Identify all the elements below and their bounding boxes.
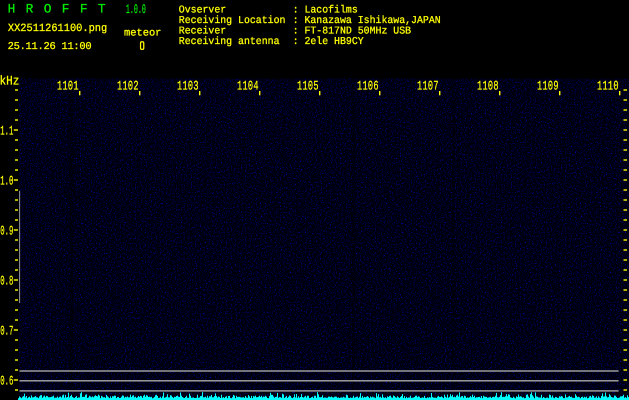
svg-text:0.6: 0.6: [0, 373, 13, 388]
svg-text:1108: 1108: [477, 79, 499, 94]
svg-text:0.7: 0.7: [0, 323, 13, 338]
svg-text:meteor: meteor: [124, 27, 161, 39]
svg-text:1101: 1101: [57, 79, 79, 94]
svg-text:: 2ele HB9CY: : 2ele HB9CY: [293, 36, 365, 48]
svg-text:Receiving antenna: Receiving antenna: [179, 36, 280, 48]
svg-text:H R O F F T: H R O F F T: [8, 2, 107, 17]
svg-text:0.8: 0.8: [0, 273, 13, 288]
svg-text:0.9: 0.9: [0, 223, 13, 238]
svg-text:1109: 1109: [537, 79, 559, 94]
svg-text:1110: 1110: [597, 79, 619, 94]
svg-text:1103: 1103: [177, 79, 199, 94]
svg-text:1106: 1106: [357, 79, 379, 94]
svg-text:1104: 1104: [237, 79, 259, 94]
svg-text:kHz: kHz: [0, 74, 19, 89]
svg-text:1.0.0: 1.0.0: [126, 2, 146, 17]
svg-text:25.11.26 11:00: 25.11.26 11:00: [8, 41, 92, 53]
svg-text:1.1: 1.1: [0, 123, 13, 138]
svg-text:1105: 1105: [297, 79, 319, 94]
svg-text:1.0: 1.0: [0, 173, 13, 188]
svg-text:1107: 1107: [417, 79, 439, 94]
svg-text:1102: 1102: [117, 79, 139, 94]
svg-text:XX2511261100.png: XX2511261100.png: [8, 23, 107, 35]
